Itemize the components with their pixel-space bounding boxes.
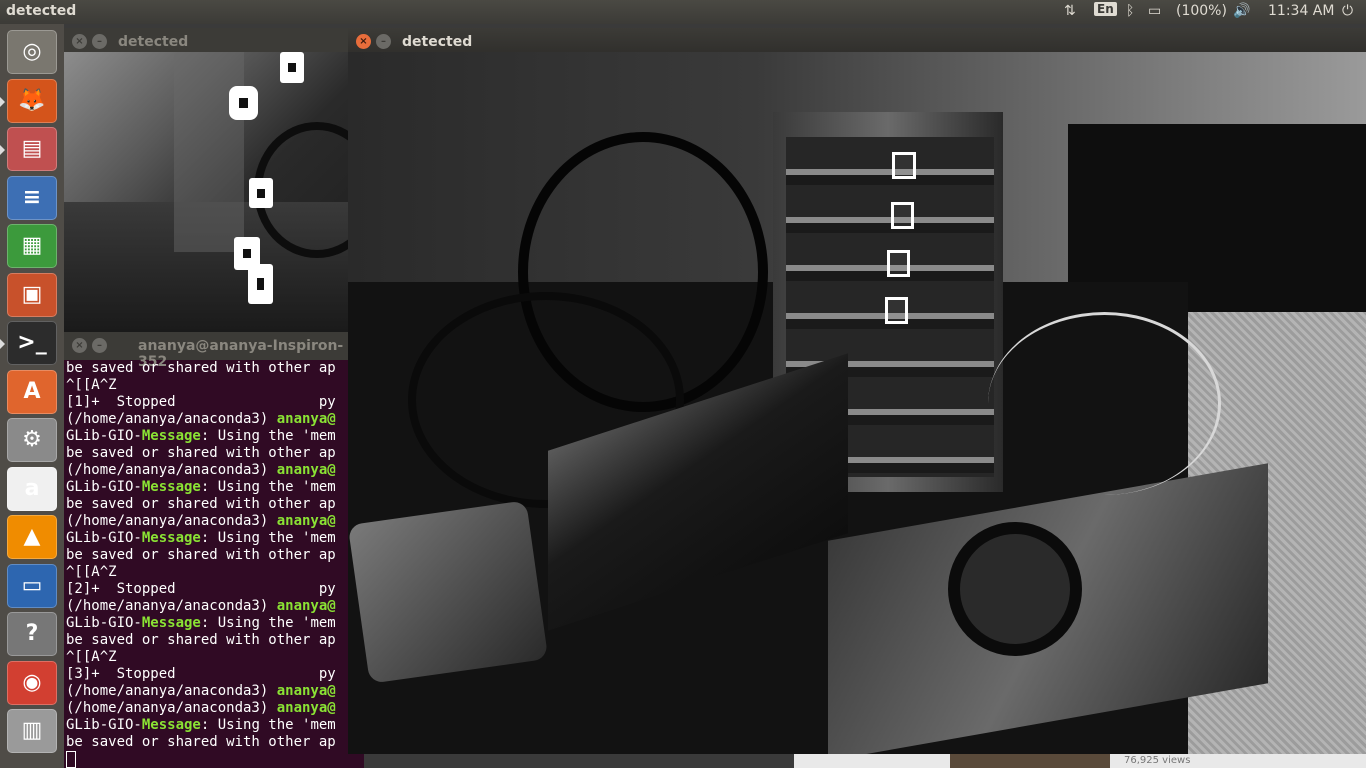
terminal-line: GLib-GIO-Message: Using the 'mem bbox=[66, 479, 336, 495]
close-icon[interactable]: × bbox=[356, 34, 371, 49]
minimize-icon[interactable]: – bbox=[92, 338, 107, 353]
terminal-line: GLib-GIO-Message: Using the 'mem bbox=[66, 530, 336, 546]
window-title: detected bbox=[402, 34, 473, 50]
help-icon[interactable]: ? bbox=[7, 612, 57, 656]
detection-box bbox=[892, 152, 916, 179]
detection-box bbox=[248, 264, 273, 304]
terminal-output[interactable]: be saved or shared with other ap ^[[A^Z [1… bbox=[66, 360, 364, 768]
camera-frame bbox=[64, 52, 364, 332]
terminal-line: be saved or shared with other ap bbox=[66, 445, 336, 461]
terminal-line: ^[[A^Z bbox=[66, 649, 117, 665]
keyboard-layout-indicator[interactable]: En bbox=[1094, 2, 1117, 16]
writer-icon[interactable]: ≡ bbox=[7, 175, 57, 220]
terminal-line: (/home/ananya/anaconda3) ananya@ bbox=[66, 411, 336, 427]
detected-window-back[interactable]: × – detected bbox=[64, 28, 364, 332]
terminal-line: (/home/ananya/anaconda3) ananya@ bbox=[66, 700, 336, 716]
files-icon[interactable]: ▤ bbox=[7, 127, 57, 171]
terminal-line: GLib-GIO-Message: Using the 'mem bbox=[66, 615, 336, 631]
impress-icon[interactable]: ▣ bbox=[7, 272, 57, 317]
volume-icon[interactable]: 🔊 bbox=[1233, 3, 1250, 19]
camera-frame bbox=[348, 52, 1366, 754]
running-indicator bbox=[0, 96, 5, 107]
trash-icon[interactable]: ▥ bbox=[7, 709, 57, 753]
terminal-line: be saved or shared with other ap bbox=[66, 360, 336, 376]
terminal-line: ^[[A^Z bbox=[66, 377, 117, 393]
terminal-line: (/home/ananya/anaconda3) ananya@ bbox=[66, 462, 336, 478]
detection-box bbox=[280, 52, 304, 83]
firefox-icon[interactable]: 🦊 bbox=[7, 78, 57, 123]
close-icon[interactable]: × bbox=[72, 338, 87, 353]
running-indicator bbox=[0, 339, 5, 349]
detection-box bbox=[249, 178, 273, 208]
terminal-line: GLib-GIO-Message: Using the 'mem bbox=[66, 717, 336, 733]
terminal-icon[interactable]: >_ bbox=[7, 321, 57, 365]
terminal-line: be saved or shared with other ap bbox=[66, 632, 336, 648]
terminal-line: (/home/ananya/anaconda3) ananya@ bbox=[66, 683, 336, 699]
terminal-titlebar[interactable]: × – ananya@ananya-Inspiron-352 bbox=[64, 332, 364, 370]
terminal-cursor bbox=[66, 751, 76, 768]
terminal-line: [1]+ Stopped py bbox=[66, 394, 336, 410]
detection-box bbox=[891, 202, 914, 229]
detection-box bbox=[229, 86, 258, 120]
active-app-title: detected bbox=[6, 3, 77, 19]
calc-icon[interactable]: ▦ bbox=[7, 224, 57, 268]
clock[interactable]: 11:34 AM bbox=[1268, 3, 1334, 19]
terminal-window[interactable]: × – ananya@ananya-Inspiron-352 be saved … bbox=[64, 332, 364, 768]
chrome-icon[interactable]: ◉ bbox=[7, 660, 57, 705]
terminal-line: (/home/ananya/anaconda3) ananya@ bbox=[66, 598, 336, 614]
video-view-count: 76,925 views bbox=[1124, 755, 1191, 766]
minimize-icon[interactable]: – bbox=[376, 34, 391, 49]
browser-background: 76,925 views bbox=[794, 754, 1366, 768]
network-transfer-icon[interactable]: ⇅ bbox=[1064, 3, 1076, 19]
software-center-icon[interactable]: A bbox=[7, 369, 57, 414]
detection-box bbox=[887, 250, 910, 277]
settings-icon[interactable]: ⚙ bbox=[7, 418, 57, 462]
power-icon[interactable]: ⏻ bbox=[1342, 3, 1353, 19]
terminal-line: be saved or shared with other ap bbox=[66, 734, 336, 750]
vlc-icon[interactable]: ▲ bbox=[7, 515, 57, 559]
terminal-line: be saved or shared with other ap bbox=[66, 547, 336, 563]
terminal-line: ^[[A^Z bbox=[66, 564, 117, 580]
window-title: detected bbox=[118, 34, 189, 50]
terminal-line: [3]+ Stopped py bbox=[66, 666, 336, 682]
amazon-icon[interactable]: a bbox=[7, 466, 57, 511]
terminal-line: [2]+ Stopped py bbox=[66, 581, 336, 597]
launcher: ◎ 🦊 ▤ ≡ ▦ ▣ >_ A ⚙ a ▲ ▭? ◉ ▥ bbox=[0, 24, 64, 768]
scanner-icon[interactable]: ▭ bbox=[7, 563, 57, 608]
terminal-line: (/home/ananya/anaconda3) ananya@ bbox=[66, 513, 336, 529]
battery-percentage[interactable]: (100%) bbox=[1176, 3, 1227, 19]
bluetooth-icon[interactable]: ᛒ bbox=[1126, 3, 1134, 19]
terminal-line: be saved or shared with other ap bbox=[66, 496, 336, 512]
close-icon[interactable]: × bbox=[72, 34, 87, 49]
ubuntu-dash-icon[interactable]: ◎ bbox=[7, 30, 57, 74]
detected-window-main[interactable]: × – detected bbox=[348, 28, 1366, 754]
running-indicator bbox=[0, 145, 5, 155]
battery-icon[interactable]: ▭ bbox=[1148, 3, 1161, 19]
terminal-line: GLib-GIO-Message: Using the 'mem bbox=[66, 428, 336, 444]
detection-box bbox=[885, 297, 908, 324]
top-panel: detected ⇅ En ᛒ ▭ (100%) 🔊 11:34 AM ⏻ bbox=[0, 0, 1366, 24]
minimize-icon[interactable]: – bbox=[92, 34, 107, 49]
